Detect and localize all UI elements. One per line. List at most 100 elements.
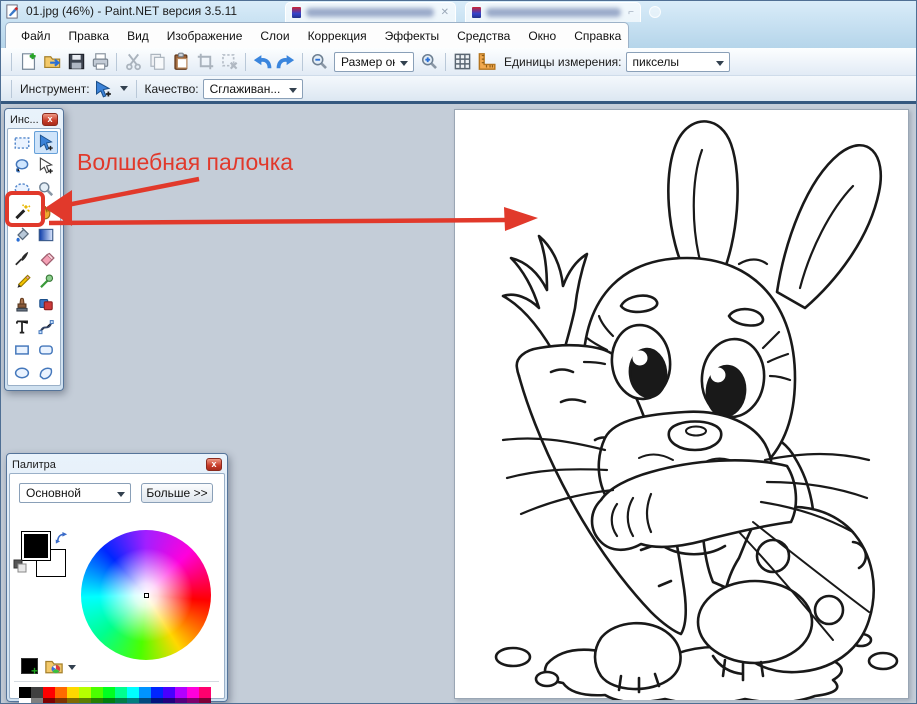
palette-swatch[interactable] (55, 698, 67, 704)
cut-button-disabled[interactable] (121, 50, 145, 74)
palette-swatch[interactable] (19, 698, 31, 704)
undo-button[interactable] (250, 50, 274, 74)
menu-item[interactable]: Правка (60, 25, 119, 47)
tool-lasso-select[interactable] (10, 154, 34, 177)
quality-combobox[interactable]: Сглаживан... (203, 79, 303, 99)
palette-swatch[interactable] (139, 687, 151, 698)
palette-swatch[interactable] (187, 698, 199, 704)
primary-color-swatch[interactable] (21, 531, 51, 561)
new-tab-button[interactable] (649, 6, 661, 18)
palette-swatch[interactable] (199, 698, 211, 704)
tool-pencil[interactable] (10, 269, 34, 292)
palette-swatch[interactable] (163, 687, 175, 698)
palette-window-titlebar[interactable]: Палитра x (9, 456, 225, 473)
palettes-dropdown-caret[interactable] (68, 665, 76, 670)
palette-swatch[interactable] (127, 687, 139, 698)
redo-button[interactable] (274, 50, 298, 74)
rulers-toggle-button[interactable] (474, 50, 498, 74)
menu-item[interactable]: Вид (118, 25, 158, 47)
crop-button-disabled[interactable] (193, 50, 217, 74)
zoom-out-button[interactable] (307, 50, 331, 74)
palette-swatch[interactable] (79, 687, 91, 698)
tool-paintbrush[interactable] (10, 246, 34, 269)
copy-button-disabled[interactable] (145, 50, 169, 74)
grid-toggle-button[interactable] (450, 50, 474, 74)
palette-swatch[interactable] (91, 698, 103, 704)
palette-window[interactable]: Палитра x Основной Больше >> (6, 453, 228, 702)
tool-color-picker[interactable] (34, 269, 58, 292)
tool-clone-stamp[interactable] (10, 292, 34, 315)
print-button[interactable] (88, 50, 112, 74)
menu-item[interactable]: Файл (12, 25, 60, 47)
ruler-icon (477, 52, 496, 71)
palette-swatch[interactable] (199, 687, 211, 698)
palette-swatch[interactable] (43, 698, 55, 704)
palette-swatch[interactable] (151, 698, 163, 704)
palette-window-close-button[interactable]: x (206, 458, 222, 471)
current-tool-move-icon[interactable] (94, 80, 114, 98)
paste-button[interactable] (169, 50, 193, 74)
tool-move-selection[interactable] (34, 154, 58, 177)
palette-swatch[interactable] (139, 698, 151, 704)
palette-swatch[interactable] (115, 698, 127, 704)
mini-swatches-icon[interactable] (13, 559, 29, 575)
palette-swatch[interactable] (187, 687, 199, 698)
palette-swatch[interactable] (115, 687, 127, 698)
tool-text[interactable] (10, 315, 34, 338)
save-button[interactable] (64, 50, 88, 74)
tool-ellipse[interactable] (10, 361, 34, 384)
palette-swatch[interactable] (67, 698, 79, 704)
palette-swatch[interactable] (31, 698, 43, 704)
image-canvas[interactable] (454, 109, 909, 699)
palette-swatch[interactable] (151, 687, 163, 698)
tool-freeform-shape[interactable] (34, 361, 58, 384)
menu-item[interactable]: Средства (448, 25, 519, 47)
menu-item[interactable]: Коррекция (299, 25, 376, 47)
tab-close-icon[interactable]: ⌐ (628, 7, 634, 18)
tool-rectangle[interactable] (10, 338, 34, 361)
tools-window[interactable]: Инс... x (4, 108, 64, 391)
tool-recolor[interactable] (34, 292, 58, 315)
units-combobox[interactable]: пикселы (626, 52, 730, 72)
palette-swatch[interactable] (91, 687, 103, 698)
palette-swatch[interactable] (103, 687, 115, 698)
open-file-button[interactable] (40, 50, 64, 74)
tab-close-icon[interactable]: ✕ (441, 7, 449, 18)
background-tab-blurred-2[interactable]: ⌐ (465, 2, 641, 22)
palette-swatch[interactable] (79, 698, 91, 704)
palette-swatch[interactable] (127, 698, 139, 704)
title-bar[interactable]: 01.jpg (46%) - Paint.NET версия 3.5.11 ✕… (1, 1, 917, 22)
zoom-mode-combobox[interactable]: Размер ок (334, 52, 414, 72)
menu-item[interactable]: Справка (565, 25, 630, 47)
tools-window-titlebar[interactable]: Инс... x (7, 111, 61, 128)
palettes-folder-icon[interactable] (44, 657, 64, 676)
tool-move-selected-pixels[interactable] (34, 131, 58, 154)
palette-swatch[interactable] (163, 698, 175, 704)
palette-swatch[interactable] (67, 687, 79, 698)
tool-dropdown-caret[interactable] (120, 86, 128, 91)
palette-swatch[interactable] (19, 687, 31, 698)
tool-eraser[interactable] (34, 246, 58, 269)
background-tab-blurred-1[interactable]: ✕ (285, 2, 456, 22)
palette-type-combobox[interactable]: Основной (19, 483, 131, 503)
palette-swatch[interactable] (55, 687, 67, 698)
tools-window-close-button[interactable]: x (42, 113, 58, 126)
tool-line-curve[interactable] (34, 315, 58, 338)
menu-item[interactable]: Слои (251, 25, 298, 47)
tool-rounded-rectangle[interactable] (34, 338, 58, 361)
tool-rectangle-select[interactable] (10, 131, 34, 154)
palette-swatch[interactable] (175, 698, 187, 704)
menu-item[interactable]: Окно (519, 25, 565, 47)
palette-swatch[interactable] (31, 687, 43, 698)
palette-more-button[interactable]: Больше >> (141, 483, 213, 503)
deselect-button-disabled[interactable] (217, 50, 241, 74)
palette-swatch[interactable] (103, 698, 115, 704)
menu-item[interactable]: Эффекты (376, 25, 449, 47)
new-file-button[interactable] (16, 50, 40, 74)
menu-item[interactable]: Изображение (158, 25, 252, 47)
color-wheel[interactable] (81, 530, 211, 660)
palette-swatch[interactable] (175, 687, 187, 698)
swap-colors-icon[interactable] (54, 531, 69, 546)
palette-swatch[interactable] (43, 687, 55, 698)
zoom-in-button[interactable] (417, 50, 441, 74)
